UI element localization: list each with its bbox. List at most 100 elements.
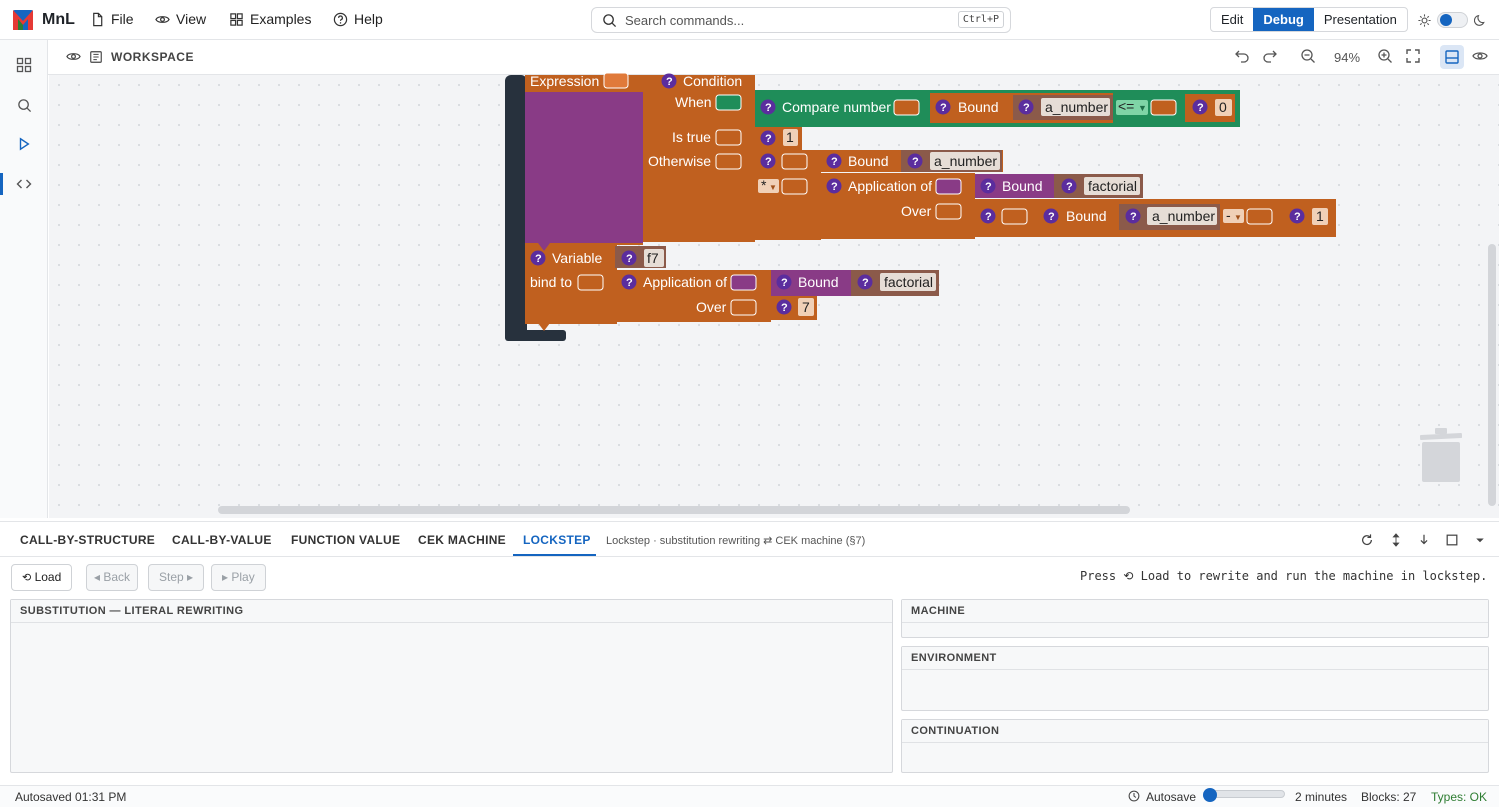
factorial-field: factorial — [1088, 178, 1137, 194]
compare-label: Compare number — [782, 99, 891, 115]
slider-thumb[interactable] — [1203, 788, 1217, 802]
help-glyph: ? — [666, 76, 673, 88]
chevron-down-icon: ▼ — [1234, 213, 1242, 222]
expression-body — [525, 75, 643, 243]
help-glyph: ? — [765, 133, 772, 145]
load-icon: ⟲ — [22, 572, 32, 584]
number-seven: 7 — [802, 299, 810, 315]
over-slot[interactable] — [935, 203, 962, 220]
application-fn-slot[interactable] — [935, 178, 962, 195]
help-glyph: ? — [1130, 211, 1137, 223]
play-button[interactable]: ▸ Play — [211, 564, 266, 591]
help-glyph: ? — [985, 181, 992, 193]
when-slot[interactable] — [715, 94, 742, 111]
tab-function-value[interactable]: FUNCTION VALUE — [291, 533, 400, 547]
otherwise-slot[interactable] — [715, 153, 742, 170]
help-glyph: ? — [985, 211, 992, 223]
environment-pane: ENVIRONMENT — [901, 646, 1489, 711]
factorial-field: factorial — [884, 274, 933, 290]
tab-lockstep[interactable]: LOCKSTEP — [523, 533, 591, 547]
operator-minus: - — [1226, 207, 1231, 223]
program-frame — [505, 75, 527, 341]
help-glyph: ? — [831, 181, 838, 193]
application-label: Application of — [643, 274, 727, 290]
clock-icon — [1128, 790, 1140, 802]
active-tab-indicator — [513, 554, 596, 556]
blocks-count: Blocks: 27 — [1361, 790, 1417, 804]
bound-label: Bound — [958, 99, 998, 115]
compare-right-slot[interactable] — [1150, 99, 1177, 116]
tab-cek-machine[interactable]: CEK MACHINE — [418, 533, 506, 547]
over-label: Over — [901, 203, 932, 219]
expression-slot[interactable] — [603, 72, 629, 89]
application-fn-slot[interactable] — [730, 274, 757, 291]
is-true-label: Is true — [672, 129, 711, 145]
collapse-chevron-icon[interactable] — [1474, 533, 1486, 547]
program-frame-bottom — [505, 330, 566, 341]
help-glyph: ? — [1048, 211, 1055, 223]
otherwise-label: Otherwise — [648, 153, 711, 169]
help-glyph: ? — [862, 277, 869, 289]
when-label: When — [675, 94, 712, 110]
help-glyph: ? — [912, 156, 919, 168]
operator-times: * — [761, 177, 767, 193]
panel-subtitle: Lockstep · substitution rewriting ⇄ CEK … — [606, 535, 866, 547]
types-status: Types: OK — [1431, 790, 1488, 804]
back-button[interactable]: ◂ Back — [86, 564, 139, 591]
a-number-field: a_number — [1045, 99, 1108, 115]
substitution-title: SUBSTITUTION — LITERAL REWRITING — [11, 600, 892, 623]
arith-left-slot[interactable] — [1001, 208, 1028, 225]
refresh-icon[interactable] — [1360, 533, 1374, 547]
help-glyph: ? — [535, 253, 542, 265]
continuation-title: CONTINUATION — [902, 720, 1488, 743]
horizontal-scrollbar[interactable] — [218, 506, 1130, 514]
help-glyph: ? — [765, 102, 772, 114]
a-number-field: a_number — [934, 153, 997, 169]
application-label: Application of — [848, 178, 932, 194]
step-button[interactable]: Step ▸ — [148, 564, 205, 591]
continuation-pane: CONTINUATION — [901, 719, 1489, 773]
machine-title: MACHINE — [902, 600, 1488, 623]
compare-left-slot[interactable] — [893, 99, 920, 116]
load-button[interactable]: ⟲ Load — [11, 564, 73, 591]
number-one: 1 — [786, 129, 794, 145]
help-glyph: ? — [765, 156, 772, 168]
download-icon[interactable] — [1417, 533, 1431, 547]
arith-left-slot[interactable] — [781, 153, 808, 170]
help-glyph: ? — [781, 302, 788, 314]
lockstep-hint: Press ⟲ Load to rewrite and run the mach… — [1080, 569, 1488, 583]
over-label: Over — [696, 299, 727, 315]
arith-right-slot[interactable] — [781, 178, 808, 195]
help-glyph: ? — [626, 277, 633, 289]
bound-label: Bound — [1002, 178, 1042, 194]
autosave-interval-slider[interactable] — [1205, 790, 1285, 798]
bound-label: Bound — [1066, 208, 1106, 224]
help-glyph: ? — [831, 156, 838, 168]
help-glyph: ? — [1294, 211, 1301, 223]
number-zero: 0 — [1219, 99, 1227, 115]
expand-vertical-icon[interactable] — [1389, 533, 1403, 547]
notch — [538, 323, 550, 331]
autosave-label: Autosave — [1146, 790, 1197, 804]
maximize-icon[interactable] — [1445, 533, 1459, 547]
help-glyph: ? — [1197, 102, 1204, 114]
help-glyph: ? — [940, 102, 947, 114]
autosave-interval: 2 minutes — [1295, 790, 1348, 804]
autosaved-time: Autosaved 01:31 PM — [15, 790, 127, 804]
over-slot[interactable] — [730, 299, 757, 316]
help-glyph: ? — [1066, 181, 1073, 193]
arith-right-slot[interactable] — [1246, 208, 1273, 225]
trash-icon[interactable] — [1420, 428, 1462, 484]
is-true-slot[interactable] — [715, 129, 742, 146]
machine-pane: MACHINE — [901, 599, 1489, 638]
bound-label: Bound — [798, 274, 838, 290]
bind-to-label: bind to — [530, 274, 572, 290]
block-program[interactable]: .t{font-family:"Liberation Sans",sans-se… — [0, 0, 1499, 520]
vertical-scrollbar[interactable] — [1488, 244, 1496, 506]
bind-to-slot[interactable] — [577, 274, 604, 291]
operator-label: <= — [1118, 98, 1134, 114]
load-label: Load — [34, 570, 62, 584]
variable-label: Variable — [552, 250, 603, 266]
tab-call-by-value[interactable]: CALL-BY-VALUE — [172, 533, 272, 547]
tab-call-by-structure[interactable]: CALL-BY-STRUCTURE — [20, 533, 155, 547]
